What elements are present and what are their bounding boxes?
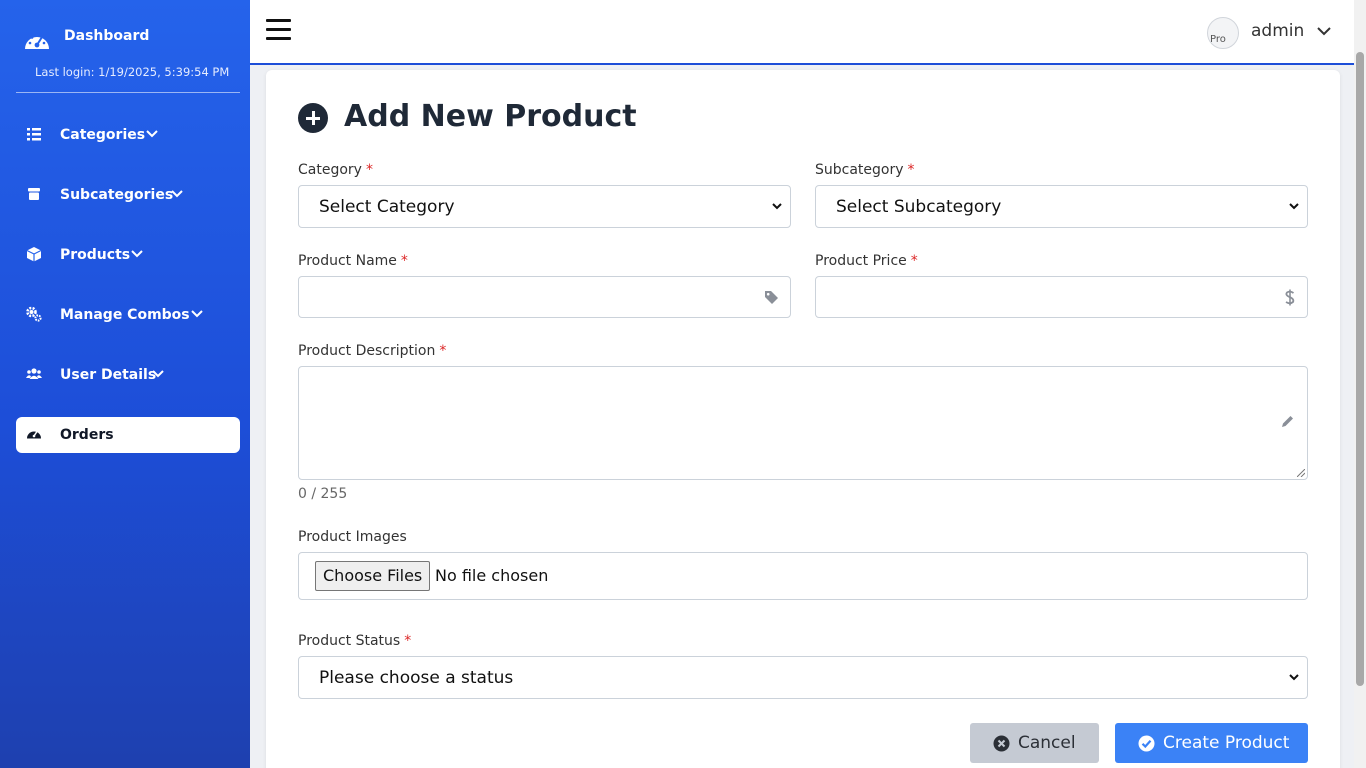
product-status-select[interactable]: Please choose a status [298, 656, 1308, 699]
product-images-input[interactable]: Choose Files No file chosen [298, 552, 1308, 600]
product-status-select-value: Please choose a status [319, 668, 514, 688]
hamburger-menu-button[interactable] [266, 19, 291, 41]
sidebar-divider [16, 92, 240, 93]
subcategory-select-value: Select Subcategory [836, 197, 1002, 217]
gauge-icon [27, 431, 41, 439]
file-status-text: No file chosen [435, 566, 549, 585]
sidebar-item-manage-combos[interactable]: Manage Combos [16, 297, 240, 333]
box-icon [28, 188, 40, 200]
chevron-down-icon [146, 130, 158, 138]
chevron-down-icon [1289, 203, 1299, 210]
cancel-button-label: Cancel [1018, 733, 1076, 753]
username[interactable]: admin [1251, 21, 1304, 41]
chevron-down-icon [131, 250, 143, 258]
sidebar-item-subcategories[interactable]: Subcategories [16, 177, 240, 213]
tag-icon [765, 291, 778, 304]
resize-handle-icon[interactable] [1297, 469, 1305, 477]
product-price-label: Product Price * [815, 253, 918, 269]
sidebar-item-label: Subcategories [60, 187, 174, 203]
sidebar-item-products[interactable]: Products [16, 237, 240, 273]
chevron-down-icon [171, 190, 183, 198]
product-status-label: Product Status * [298, 633, 412, 649]
topbar: Pro admin [250, 0, 1354, 65]
sidebar-item-label: Manage Combos [60, 307, 190, 323]
dollar-icon [1285, 289, 1295, 306]
tachometer-icon [25, 33, 49, 49]
create-product-button[interactable]: Create Product [1115, 723, 1308, 763]
sidebar-item-categories[interactable]: Categories [16, 117, 240, 153]
subcategory-select[interactable]: Select Subcategory [815, 185, 1308, 228]
category-select-value: Select Category [319, 197, 455, 217]
product-price-input[interactable] [815, 276, 1308, 318]
dashboard-link[interactable] [22, 26, 52, 56]
product-images-label: Product Images [298, 529, 407, 545]
pencil-icon [1282, 416, 1293, 427]
create-product-button-label: Create Product [1163, 733, 1290, 753]
chevron-down-icon [191, 310, 203, 318]
sidebar: Dashboard Last login: 1/19/2025, 5:39:54… [0, 0, 250, 768]
users-icon [26, 368, 42, 379]
product-description-textarea[interactable] [298, 366, 1308, 480]
product-name-input[interactable] [298, 276, 791, 318]
chevron-down-icon [772, 203, 782, 210]
category-label: Category * [298, 162, 373, 178]
avatar[interactable]: Pro [1207, 17, 1239, 49]
description-char-counter: 0 / 255 [298, 486, 348, 502]
sidebar-item-label: Orders [60, 427, 114, 443]
avatar-alt-text: Pro [1210, 34, 1226, 45]
list-icon [27, 128, 41, 141]
scrollbar-thumb[interactable] [1356, 52, 1364, 686]
times-circle-icon [993, 735, 1010, 752]
sidebar-item-user-details[interactable]: User Details [16, 357, 240, 393]
dashboard-title[interactable]: Dashboard [64, 28, 149, 44]
chevron-down-icon [152, 370, 164, 378]
plus-circle-icon [298, 103, 328, 133]
last-login-text: Last login: 1/19/2025, 5:39:54 PM [35, 65, 230, 79]
sidebar-item-label: User Details [60, 367, 157, 383]
chevron-down-icon [1289, 674, 1299, 681]
sidebar-item-orders[interactable]: Orders [16, 417, 240, 453]
subcategory-label: Subcategory * [815, 162, 915, 178]
category-select[interactable]: Select Category [298, 185, 791, 228]
sidebar-item-label: Categories [60, 127, 146, 143]
product-name-label: Product Name * [298, 253, 408, 269]
page-title: Add New Product [344, 99, 637, 134]
cube-icon [26, 247, 42, 262]
product-description-label: Product Description * [298, 343, 447, 359]
cancel-button[interactable]: Cancel [970, 723, 1099, 763]
sidebar-item-label: Products [60, 247, 131, 263]
chevron-down-icon[interactable] [1316, 25, 1332, 37]
gears-icon [26, 306, 42, 322]
check-circle-icon [1138, 735, 1155, 752]
choose-files-button[interactable]: Choose Files [315, 561, 431, 591]
